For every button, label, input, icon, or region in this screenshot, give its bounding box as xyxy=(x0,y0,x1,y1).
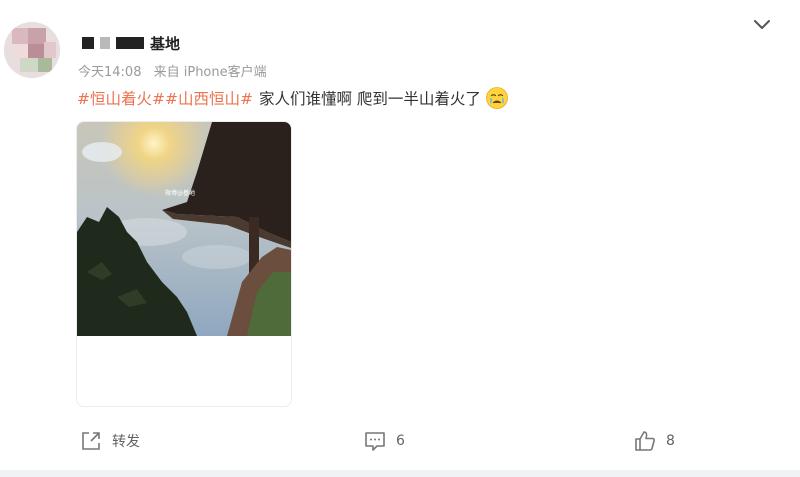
post-meta: 今天14:08 来自 iPhone客户端 xyxy=(78,61,267,80)
redacted-name-block xyxy=(100,37,110,49)
comment-count: 6 xyxy=(396,433,405,449)
crying-face-emoji-icon xyxy=(486,87,508,109)
timestamp: 今天14:08 xyxy=(78,65,142,80)
card-separator xyxy=(0,470,800,477)
post-content: #恒山着火# #山西恒山# 家人们谁懂啊 爬到一半山着火了 xyxy=(77,86,509,110)
redacted-name-block xyxy=(82,37,94,49)
thumbs-up-icon xyxy=(635,431,655,451)
like-count: 8 xyxy=(666,433,675,449)
image-watermark: 微博@基地 xyxy=(165,189,195,197)
username-visible-text: 基地 xyxy=(150,34,181,53)
repost-icon xyxy=(82,432,100,450)
comment-button[interactable]: 6 xyxy=(364,430,405,452)
repost-label: 转发 xyxy=(112,434,140,450)
post-action-bar: 转发 6 8 xyxy=(0,430,800,458)
post-image-card[interactable]: 微博@基地 xyxy=(76,121,292,407)
post-source: 来自 iPhone客户端 xyxy=(153,65,267,80)
hashtag-link[interactable]: #山西恒山# xyxy=(165,87,253,109)
post-body-text: 家人们谁懂啊 爬到一半山着火了 xyxy=(258,90,481,108)
post-photo[interactable]: 微博@基地 xyxy=(77,122,291,336)
chevron-down-icon[interactable] xyxy=(752,14,772,34)
username[interactable]: 基地 xyxy=(82,33,180,53)
comment-icon xyxy=(365,432,385,451)
weibo-post-card: 基地 今天14:08 来自 iPhone客户端 #恒山着火# #山西恒山# 家人… xyxy=(0,0,800,470)
avatar[interactable] xyxy=(4,22,60,78)
repost-button[interactable]: 转发 xyxy=(80,430,140,452)
redacted-name-block xyxy=(116,37,144,49)
like-button[interactable]: 8 xyxy=(634,430,675,452)
hashtag-link[interactable]: #恒山着火# xyxy=(77,87,165,109)
